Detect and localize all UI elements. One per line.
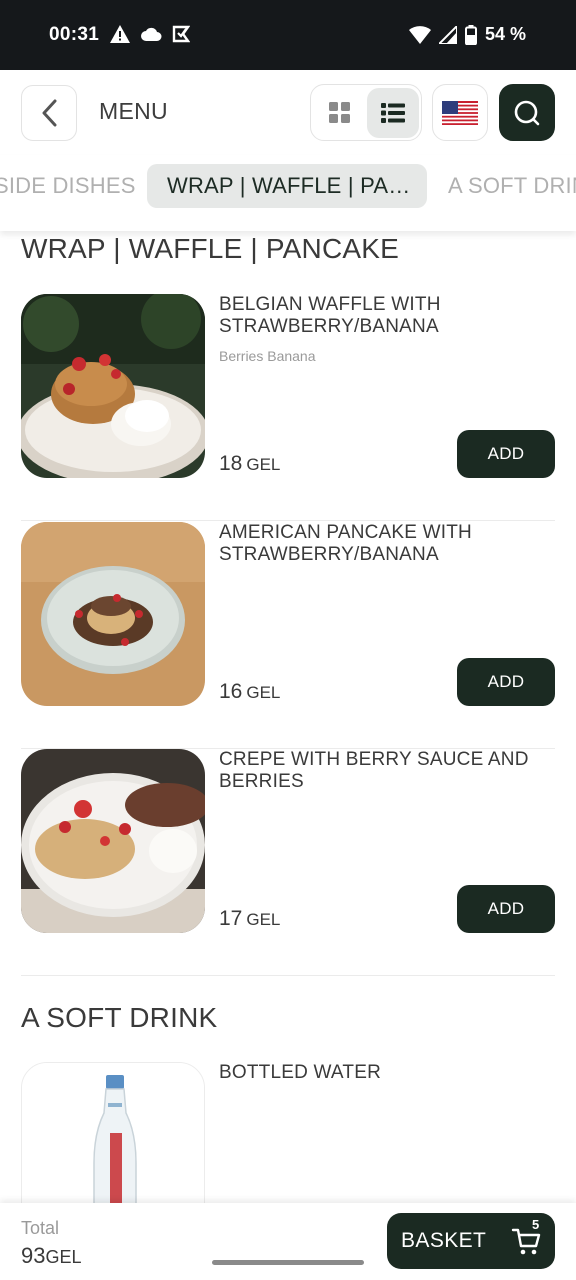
menu-item-price: 16 GEL <box>219 680 281 703</box>
add-button[interactable]: ADD <box>457 658 555 706</box>
us-flag-icon <box>442 100 478 125</box>
menu-item-image[interactable] <box>21 749 205 933</box>
menu-item-price: 17 GEL <box>219 907 281 930</box>
category-tabs: SIDE DISHES WRAP | WAFFLE | PAN... A SOF… <box>0 155 576 231</box>
home-indicator[interactable] <box>212 1260 364 1265</box>
menu-item-name: CREPE WITH BERRY SAUCE AND BERRIES <box>219 749 529 792</box>
add-button[interactable]: ADD <box>457 430 555 478</box>
grid-icon <box>329 102 350 123</box>
warning-icon <box>110 25 130 43</box>
app-notification-icon <box>172 25 190 43</box>
category-tab-soft-drink[interactable]: A SOFT DRINK <box>448 164 576 208</box>
menu-item: AMERICAN PANCAKE WITH STRAWBERRY/BANANA … <box>21 522 555 749</box>
search-icon <box>514 100 540 125</box>
menu-item: BOTTLED WATER <box>21 1062 555 1203</box>
list-icon <box>381 103 405 123</box>
search-button[interactable] <box>499 84 555 141</box>
list-view-button[interactable] <box>367 88 419 138</box>
language-button[interactable] <box>432 84 488 141</box>
total-label: Total <box>21 1218 60 1238</box>
menu-item-name: BELGIAN WAFFLE WITH STRAWBERRY/BANANA <box>219 294 441 337</box>
menu-item-name: AMERICAN PANCAKE WITH STRAWBERRY/BANANA <box>219 522 472 565</box>
header: MENU <box>0 70 576 155</box>
chevron-left-icon <box>42 99 57 127</box>
cloud-icon <box>141 27 162 41</box>
status-bar: 00:31 54 % <box>0 0 576 70</box>
wifi-icon <box>408 25 431 44</box>
menu-content[interactable]: WRAP | WAFFLE | PANCAKE BELGIAN WAFFLE W… <box>0 231 576 1203</box>
menu-item-description: Berries Banana <box>219 348 316 364</box>
menu-item-image[interactable] <box>21 522 205 706</box>
section-title: WRAP | WAFFLE | PANCAKE <box>21 233 400 264</box>
battery-icon <box>464 24 477 45</box>
menu-item: BELGIAN WAFFLE WITH STRAWBERRY/BANANA Be… <box>21 294 555 521</box>
status-time: 00:31 <box>49 24 100 45</box>
menu-item-price: 18 GEL <box>219 452 281 475</box>
bottom-bar: Total 93GEL BASKET 5 <box>0 1203 576 1280</box>
menu-item-name: BOTTLED WATER <box>219 1062 381 1083</box>
menu-item-image[interactable] <box>21 1062 205 1203</box>
basket-label: BASKET <box>401 1229 487 1252</box>
basket-button[interactable]: BASKET 5 <box>387 1213 555 1269</box>
section-title: A SOFT DRINK <box>21 1002 218 1033</box>
menu-item: CREPE WITH BERRY SAUCE AND BERRIES 17 GEL… <box>21 749 555 976</box>
total-value: 93GEL <box>21 1243 82 1268</box>
view-toggle <box>310 84 422 141</box>
menu-item-image[interactable] <box>21 294 205 478</box>
battery-level: 54 % <box>484 24 526 44</box>
page-title: MENU <box>99 98 168 124</box>
basket-count-badge: 5 <box>532 1217 540 1232</box>
category-tab-wrap-waffle-pancake[interactable]: WRAP | WAFFLE | PAN... <box>147 164 427 208</box>
back-button[interactable] <box>21 85 77 141</box>
add-button[interactable]: ADD <box>457 885 555 933</box>
category-tab-side-dishes[interactable]: SIDE DISHES <box>0 164 136 208</box>
grid-view-button[interactable] <box>315 89 365 137</box>
signal-icon <box>438 25 457 44</box>
